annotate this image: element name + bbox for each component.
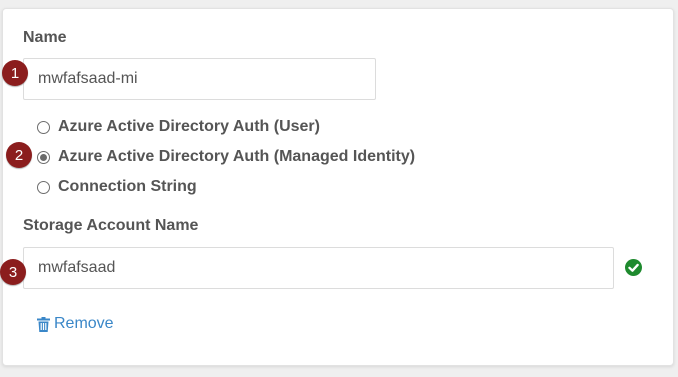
trash-icon [37, 316, 50, 332]
radio-aad-user[interactable]: Azure Active Directory Auth (User) [37, 118, 320, 136]
radio-button-connection-string[interactable] [37, 180, 50, 194]
remove-label: Remove [54, 315, 114, 332]
storage-account-input[interactable]: mwfafsaad [23, 247, 614, 289]
radio-button-aad-user[interactable] [37, 120, 50, 134]
name-label: Name [23, 29, 67, 46]
radio-aad-managed-identity[interactable]: Azure Active Directory Auth (Managed Ide… [37, 148, 415, 166]
name-input-value: mwfafsaad-mi [38, 70, 138, 87]
annotation-badge-2: 2 [6, 142, 32, 168]
remove-link[interactable]: Remove [37, 315, 114, 333]
radio-label-aad-user: Azure Active Directory Auth (User) [58, 118, 320, 135]
storage-account-label: Storage Account Name [23, 217, 199, 234]
name-input[interactable]: mwfafsaad-mi [23, 58, 376, 100]
radio-button-aad-managed-identity[interactable] [37, 150, 50, 164]
radio-label-aad-managed-identity: Azure Active Directory Auth (Managed Ide… [58, 148, 416, 165]
annotation-badge-3: 3 [0, 259, 26, 285]
radio-label-connection-string: Connection String [58, 178, 197, 195]
storage-account-input-value: mwfafsaad [38, 259, 116, 276]
check-circle-icon [625, 259, 642, 276]
radio-connection-string[interactable]: Connection String [37, 178, 197, 196]
connection-card: Name mwfafsaad-mi Azure Active Directory… [2, 8, 674, 366]
annotation-badge-1: 1 [2, 60, 28, 86]
